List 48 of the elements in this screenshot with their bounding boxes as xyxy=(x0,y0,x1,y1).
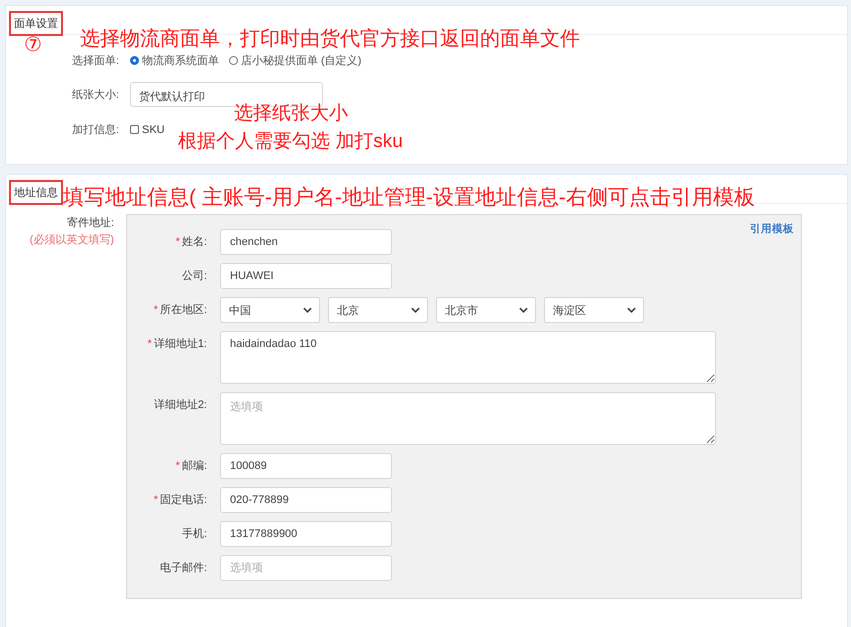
input-field[interactable]: HUAWEI xyxy=(220,263,392,289)
section-title: 地址信息 xyxy=(9,180,63,205)
input-field[interactable]: 100089 xyxy=(220,453,392,479)
radio-label: 物流商系统面单 xyxy=(142,54,219,68)
dropdown[interactable]: 北京 xyxy=(328,297,428,323)
required-mark: * xyxy=(148,338,152,350)
step-number: ⑦ xyxy=(24,33,42,57)
input-field[interactable]: chenchen xyxy=(220,229,392,255)
required-mark: * xyxy=(176,460,180,472)
field-label: 纸张大小: xyxy=(72,88,120,102)
section-title: 面单设置 xyxy=(9,11,63,36)
chevron-down-icon xyxy=(411,307,420,313)
label-text: 所在地区: xyxy=(160,304,207,316)
dropdown[interactable]: 北京市 xyxy=(436,297,536,323)
required-mark: * xyxy=(154,494,158,506)
radio-icon[interactable] xyxy=(130,56,139,65)
input-field[interactable]: 选填项 xyxy=(220,555,392,581)
input-field[interactable]: 13177889900 xyxy=(220,521,392,547)
label-text: 手机: xyxy=(182,528,207,540)
chevron-down-icon xyxy=(519,307,528,313)
label-text: 姓名: xyxy=(182,236,207,248)
textarea-field[interactable]: haidaindadao 110 xyxy=(220,331,716,384)
label-text: 详细地址2: xyxy=(154,399,207,411)
checkbox[interactable] xyxy=(130,125,139,134)
label-text: 固定电话: xyxy=(160,494,207,506)
english-required-note: (必须以英文填写) xyxy=(30,232,114,247)
required-mark: * xyxy=(154,304,158,316)
dropdown[interactable]: 中国 xyxy=(220,297,320,323)
dropdown[interactable]: 海淀区 xyxy=(544,297,644,323)
sender-address-label: 寄件地址: xyxy=(66,216,114,230)
input-field[interactable]: 020-778899 xyxy=(220,487,392,513)
template-link[interactable]: 引用模板 xyxy=(750,222,794,236)
textarea-field[interactable]: 选填项 xyxy=(220,392,716,445)
radio-option[interactable]: 物流商系统面单 xyxy=(130,53,219,68)
label-text: 公司: xyxy=(182,270,207,282)
label-text: 详细地址1: xyxy=(154,338,207,350)
label-text: 电子邮件: xyxy=(160,562,207,574)
annotation-text: 填写地址信息( 主账号-用户名-地址管理-设置地址信息-右侧可点击引用模板 xyxy=(63,185,755,210)
checkbox-label: SKU xyxy=(142,124,165,136)
label-text: 邮编: xyxy=(182,460,207,472)
annotation-text: 根据个人需要勾选 加打sku xyxy=(178,131,403,154)
field-label: 加打信息: xyxy=(72,123,120,137)
field-label: 选择面单: xyxy=(72,54,120,68)
required-mark: * xyxy=(176,236,180,248)
radio-icon[interactable] xyxy=(229,56,238,65)
chevron-down-icon xyxy=(627,307,636,313)
chevron-down-icon xyxy=(303,307,312,313)
annotation-text: 选择物流商面单，打印时由货代官方接口返回的面单文件 xyxy=(80,27,580,51)
